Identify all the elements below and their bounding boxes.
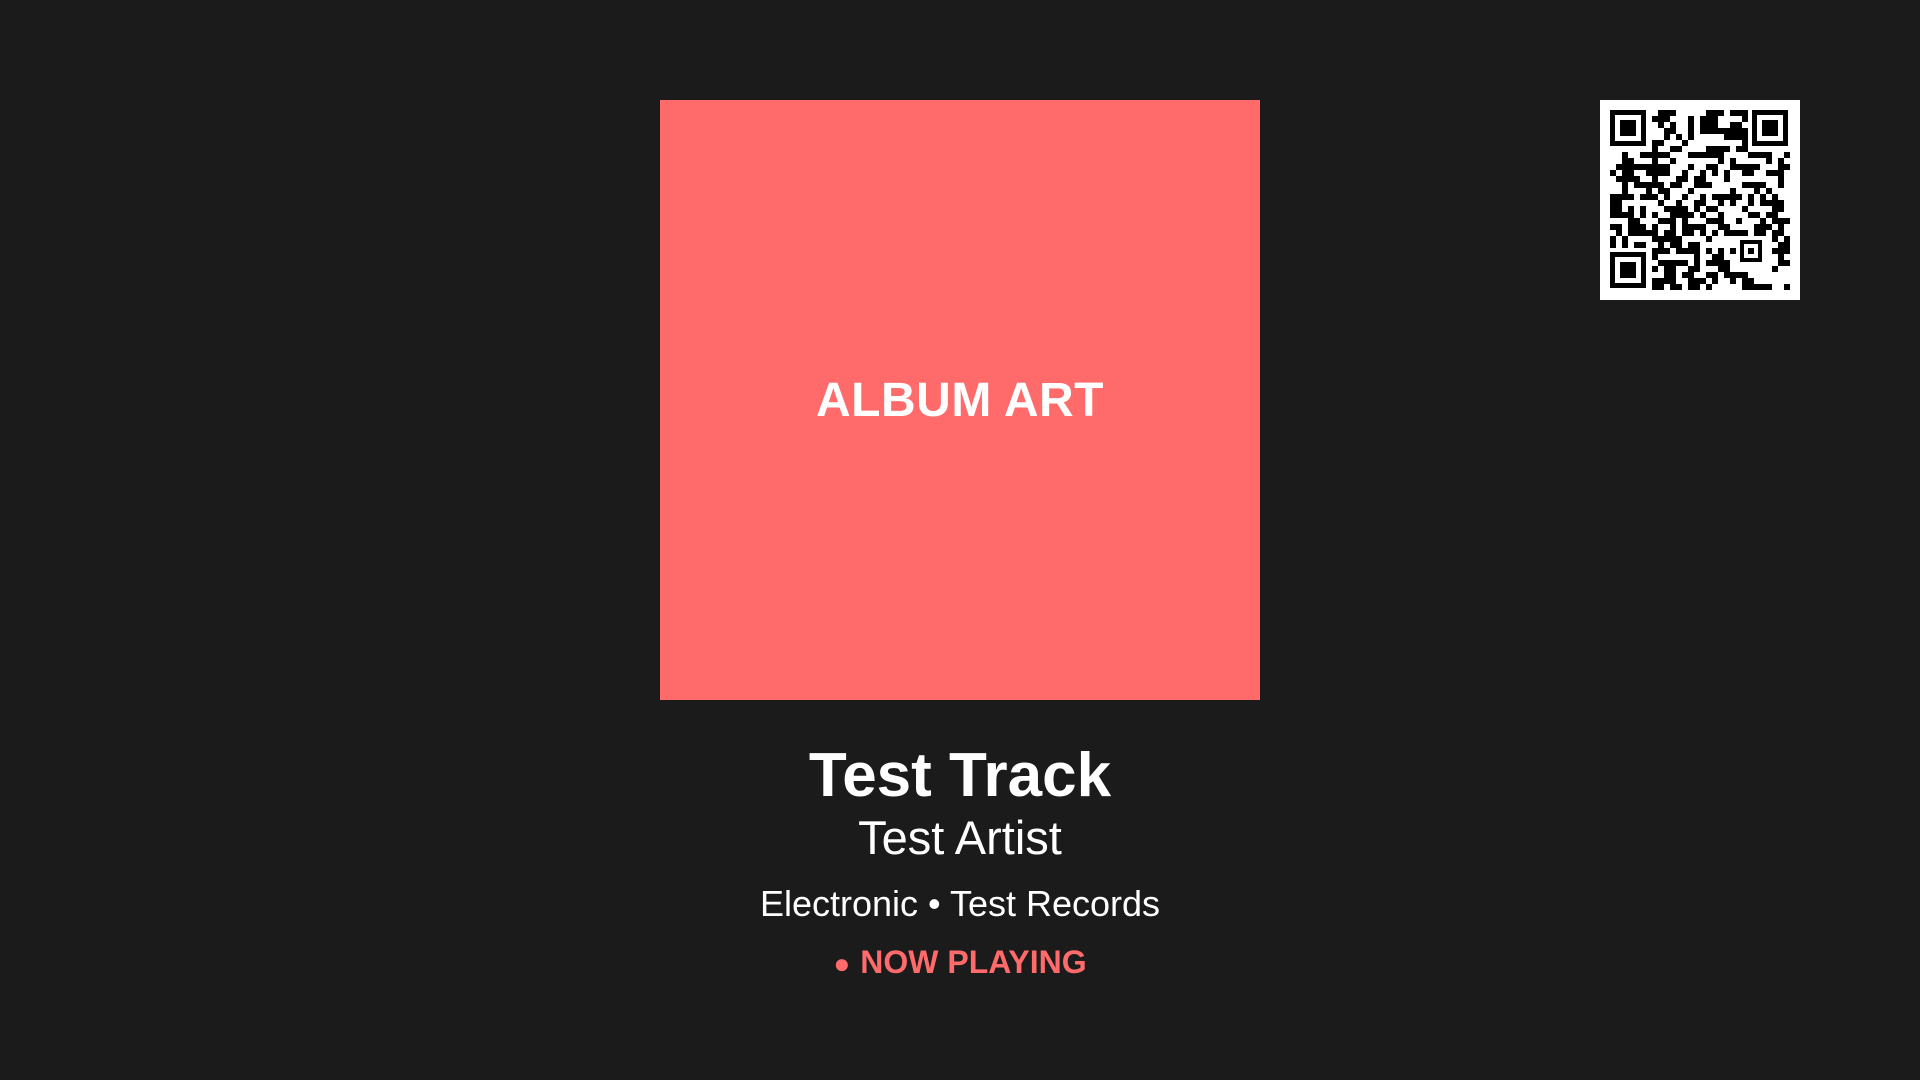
status-dot-icon: ● xyxy=(833,948,851,979)
playback-status: ● NOW PLAYING xyxy=(460,944,1460,982)
qr-code-icon xyxy=(1600,100,1800,300)
track-info: Test Track Test Artist Electronic • Test… xyxy=(460,740,1460,982)
track-details: Electronic • Test Records xyxy=(460,884,1460,924)
genre: Electronic xyxy=(759,883,918,924)
now-playing-screen: ALBUM ART Test Track Test Artist Electro… xyxy=(0,0,1920,1080)
artist-name: Test Artist xyxy=(858,811,1062,864)
track-title: Test Track xyxy=(808,741,1112,810)
album-art: ALBUM ART xyxy=(660,100,1260,700)
album-art-label: ALBUM ART xyxy=(816,373,1104,427)
record-label: Test Records xyxy=(949,883,1161,924)
status-text: NOW PLAYING xyxy=(860,944,1087,980)
details-separator: • xyxy=(928,883,941,924)
